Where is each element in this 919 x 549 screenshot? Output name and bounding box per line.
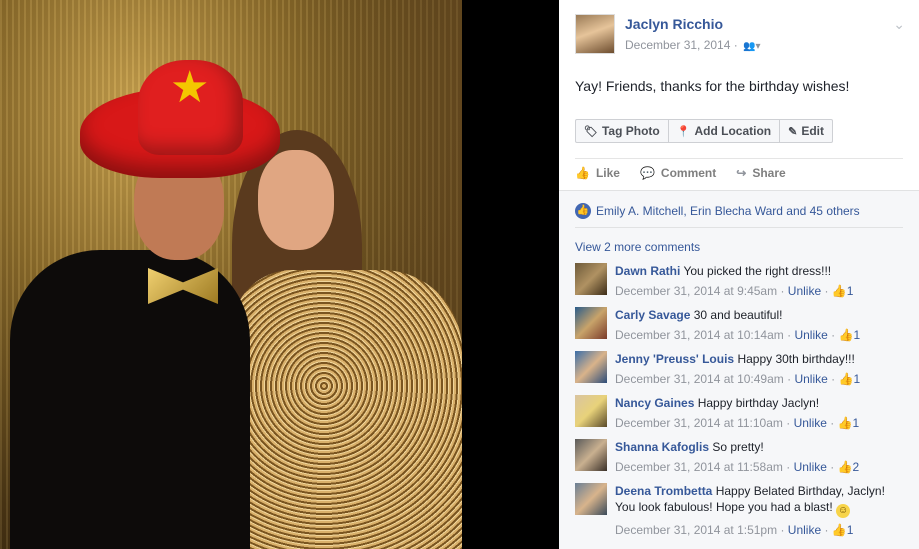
comment-meta: December 31, 2014 at 9:45am · Unlike · 👍… — [615, 284, 854, 298]
commenter-avatar[interactable] — [575, 351, 607, 383]
like-button[interactable]: 👍 Like — [575, 166, 620, 180]
post-status: Yay! Friends, thanks for the birthday wi… — [575, 78, 850, 94]
thumbs-up-icon[interactable]: 👍 — [838, 460, 853, 474]
likers-row[interactable]: 👍 Emily A. Mitchell, Erin Blecha Ward an… — [575, 203, 860, 219]
commenter-name[interactable]: Dawn Rathi — [615, 264, 680, 278]
comment-body: Shanna Kafoglis So pretty! December 31, … — [615, 439, 905, 475]
comment-time[interactable]: December 31, 2014 at 10:49am — [615, 372, 784, 386]
author-avatar[interactable] — [575, 14, 615, 54]
share-label: Share — [752, 166, 786, 180]
commenter-name[interactable]: Shanna Kafoglis — [615, 440, 709, 454]
ufi-action-bar: 👍 Like 💬 Comment ↪ Share — [575, 166, 786, 180]
comments-section: 👍 Emily A. Mitchell, Erin Blecha Ward an… — [559, 190, 919, 549]
unlike-link[interactable]: Unlike — [794, 460, 827, 474]
thumbs-up-icon[interactable]: 👍 — [838, 416, 853, 430]
comment-meta: December 31, 2014 at 10:14am · Unlike · … — [615, 328, 861, 342]
comment-meta: December 31, 2014 at 11:58am · Unlike · … — [615, 460, 860, 474]
edit-label: Edit — [801, 124, 825, 138]
pencil-icon: ✎ — [788, 125, 798, 138]
comment-body: Jenny 'Preuss' Louis Happy 30th birthday… — [615, 351, 905, 387]
comment-body: Carly Savage 30 and beautiful! December … — [615, 307, 905, 343]
unlike-link[interactable]: Unlike — [788, 284, 821, 298]
add-location-label: Add Location — [694, 124, 772, 138]
comment-time[interactable]: December 31, 2014 at 11:10am — [615, 416, 783, 430]
thumbs-up-icon[interactable]: 👍 — [832, 523, 847, 537]
tag-photo-button[interactable]: 🏷 Tag Photo — [575, 119, 669, 143]
comment-body: Deena Trombetta Happy Belated Birthday, … — [615, 483, 905, 538]
comment-like-count[interactable]: 2 — [853, 460, 860, 474]
photo-sequin-dress — [232, 270, 462, 549]
comment-like-count[interactable]: 1 — [853, 416, 860, 430]
comment-like-count[interactable]: 1 — [853, 372, 860, 386]
commenter-name[interactable]: Jenny 'Preuss' Louis — [615, 352, 734, 366]
photo-action-bar: 🏷 Tag Photo 📍 Add Location ✎ Edit — [575, 119, 834, 143]
comment-meta: December 31, 2014 at 1:51pm · Unlike · 👍… — [615, 523, 854, 537]
commenter-avatar[interactable] — [575, 263, 607, 295]
comment-like-count[interactable]: 1 — [847, 284, 854, 298]
likers-text[interactable]: Emily A. Mitchell, Erin Blecha Ward and … — [596, 204, 860, 218]
comment-meta: December 31, 2014 at 10:49am · Unlike · … — [615, 372, 861, 386]
comment-text: You picked the right dress!!! — [683, 264, 832, 278]
comment-text: So pretty! — [712, 440, 764, 454]
thumbs-up-icon[interactable]: 👍 — [838, 328, 853, 342]
like-badge-icon: 👍 — [575, 203, 591, 219]
comment-body: Dawn Rathi You picked the right dress!!!… — [615, 263, 905, 299]
share-button[interactable]: ↪ Share — [736, 166, 785, 180]
comment-button[interactable]: 💬 Comment — [640, 166, 716, 180]
thumbs-up-icon: 👍 — [575, 166, 590, 180]
post-meta: December 31, 2014 · 👥▾ — [625, 38, 761, 52]
comment-label: Comment — [660, 166, 717, 180]
unlike-link[interactable]: Unlike — [788, 523, 821, 537]
post-header: Jaclyn Ricchio December 31, 2014 · 👥▾ ⌄ — [575, 14, 905, 54]
tag-photo-label: Tag Photo — [601, 124, 660, 138]
divider — [575, 158, 903, 159]
unlike-link[interactable]: Unlike — [794, 416, 827, 430]
divider — [575, 227, 903, 228]
commenter-avatar[interactable] — [575, 395, 607, 427]
thumbs-up-icon[interactable]: 👍 — [832, 284, 847, 298]
comment-time[interactable]: December 31, 2014 at 10:14am — [615, 328, 784, 342]
commenter-avatar[interactable] — [575, 307, 607, 339]
comment-time[interactable]: December 31, 2014 at 11:58am — [615, 460, 783, 474]
comment-text: Happy birthday Jaclyn! — [697, 396, 820, 410]
share-icon: ↪ — [736, 166, 747, 180]
location-pin-icon: 📍 — [676, 125, 691, 138]
edit-button[interactable]: ✎ Edit — [779, 119, 834, 143]
friends-icon[interactable]: 👥▾ — [743, 41, 760, 52]
commenter-name[interactable]: Carly Savage — [615, 308, 690, 322]
view-more-comments-link[interactable]: View 2 more comments — [575, 240, 700, 254]
commenter-avatar[interactable] — [575, 483, 607, 515]
comment-icon: 💬 — [639, 166, 655, 180]
tag-icon: 🏷 — [584, 125, 598, 138]
unlike-link[interactable]: Unlike — [794, 328, 827, 342]
unlike-link[interactable]: Unlike — [794, 372, 827, 386]
chevron-down-icon[interactable]: ⌄ — [893, 16, 905, 33]
meta-separator: · — [733, 38, 738, 52]
commenter-name[interactable]: Deena Trombetta — [615, 484, 712, 498]
comment-like-count[interactable]: 1 — [853, 328, 860, 342]
comment-time[interactable]: December 31, 2014 at 1:51pm — [615, 523, 777, 537]
author-name[interactable]: Jaclyn Ricchio — [625, 16, 723, 32]
comment-time[interactable]: December 31, 2014 at 9:45am — [615, 284, 777, 298]
comment-like-count[interactable]: 1 — [847, 523, 854, 537]
post-photo[interactable]: ★ — [0, 0, 462, 549]
star-icon: ★ — [170, 63, 210, 112]
post-panel: Jaclyn Ricchio December 31, 2014 · 👥▾ ⌄ … — [559, 0, 919, 549]
smiley-emoji-icon: ☺ — [836, 504, 851, 518]
photo-woman-face — [258, 150, 334, 250]
comment-body: Nancy Gaines Happy birthday Jaclyn! Dece… — [615, 395, 905, 431]
comment-text: Happy 30th birthday!!! — [737, 352, 855, 366]
like-label: Like — [595, 166, 620, 180]
comment-meta: December 31, 2014 at 11:10am · Unlike · … — [615, 416, 860, 430]
post-date[interactable]: December 31, 2014 — [625, 38, 730, 52]
thumbs-up-icon[interactable]: 👍 — [838, 372, 853, 386]
commenter-name[interactable]: Nancy Gaines — [615, 396, 694, 410]
commenter-avatar[interactable] — [575, 439, 607, 471]
add-location-button[interactable]: 📍 Add Location — [667, 119, 781, 143]
comment-text: 30 and beautiful! — [693, 308, 783, 322]
